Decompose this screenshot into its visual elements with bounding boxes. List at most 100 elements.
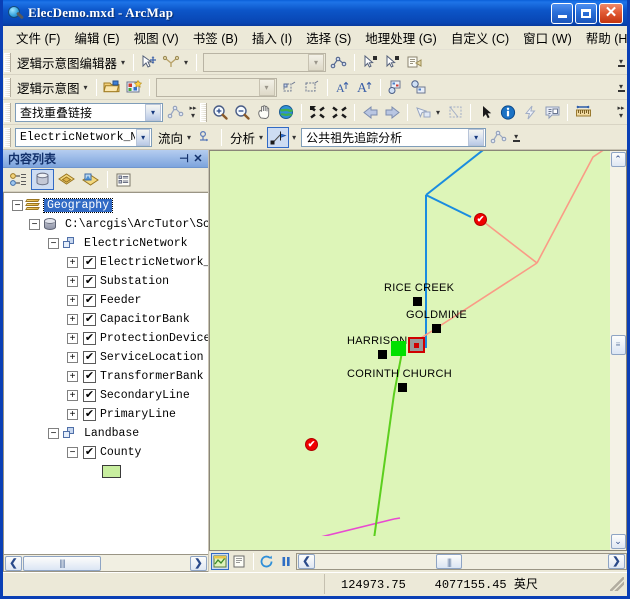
select-features-icon[interactable]: [412, 102, 434, 123]
fixed-zoom-in-icon[interactable]: [306, 102, 328, 123]
trace-flag-icon[interactable]: ✔: [474, 213, 487, 226]
measure-icon[interactable]: [572, 102, 594, 123]
html-popup-icon[interactable]: [541, 102, 563, 123]
scroll-left-button[interactable]: ❮: [5, 556, 22, 571]
expander-icon[interactable]: −: [48, 238, 59, 249]
select-by-polygon-icon[interactable]: [444, 102, 466, 123]
go-forward-extent-icon[interactable]: [381, 102, 403, 123]
select-schematic-link-icon[interactable]: [381, 52, 403, 73]
chevron-down-icon[interactable]: ▾: [185, 133, 195, 142]
scroll-left-button[interactable]: ❮: [298, 554, 315, 569]
expander-icon[interactable]: +: [67, 257, 78, 268]
tree-item-servicelocation[interactable]: + ✔ ServiceLocation: [4, 348, 208, 367]
refresh-view-icon[interactable]: [258, 553, 276, 570]
layer-visibility-checkbox[interactable]: ✔: [83, 332, 96, 345]
list-by-drawing-order-icon[interactable]: [7, 169, 30, 190]
data-view-button[interactable]: [211, 553, 229, 570]
toolbar-grip[interactable]: [200, 103, 207, 122]
expander-icon[interactable]: +: [67, 390, 78, 401]
trace-task-combo[interactable]: 公共祖先追踪分析 ▾: [301, 128, 486, 147]
toolbar-grip[interactable]: [4, 128, 11, 147]
menu-file[interactable]: 文件 (F): [9, 25, 67, 50]
schematic-properties-icon[interactable]: [403, 52, 425, 73]
expander-icon[interactable]: +: [67, 352, 78, 363]
expander-icon[interactable]: −: [12, 200, 23, 211]
toolbar-overflow-button[interactable]: ▸▸▾: [615, 102, 627, 123]
harrison-node[interactable]: [378, 350, 387, 359]
tree-item-primaryline[interactable]: + ✔ PrimaryLine: [4, 405, 208, 424]
selected-junction[interactable]: [408, 337, 425, 353]
pin-icon[interactable]: ⊣: [177, 152, 191, 166]
resize-grip-icon[interactable]: [610, 577, 624, 591]
schematic-menu-label[interactable]: 逻辑示意图: [13, 78, 82, 97]
schematic-refresh-icon[interactable]: [407, 77, 429, 98]
scroll-track[interactable]: ≡: [611, 168, 626, 533]
expander-icon[interactable]: −: [29, 219, 40, 230]
layout-view-button[interactable]: [230, 553, 248, 570]
scroll-right-button[interactable]: ❯: [190, 556, 207, 571]
tree-item-electricnetwork-net[interactable]: + ✔ ElectricNetwork_: [4, 253, 208, 272]
layer-visibility-checkbox[interactable]: ✔: [83, 389, 96, 402]
zoom-to-schematic-extent-icon[interactable]: [301, 77, 323, 98]
tree-item-substation[interactable]: + ✔ Substation: [4, 272, 208, 291]
corinth-church-node[interactable]: [398, 383, 407, 392]
zoom-in-icon[interactable]: [209, 102, 231, 123]
schematic-link-tool-icon[interactable]: [160, 52, 182, 73]
analysis-menu-label[interactable]: 分析: [226, 128, 257, 147]
create-schematic-diagram-icon[interactable]: [123, 77, 145, 98]
add-junction-flag-tool-icon[interactable]: [267, 127, 289, 148]
close-button[interactable]: ✕: [599, 3, 623, 24]
toolbar-grip[interactable]: [4, 53, 11, 72]
layer-visibility-checkbox[interactable]: ✔: [83, 351, 96, 364]
menu-help[interactable]: 帮助 (H): [579, 25, 630, 50]
decrease-label-size-icon[interactable]: A: [332, 77, 354, 98]
move-node-tool-icon[interactable]: [138, 52, 160, 73]
layer-visibility-checkbox[interactable]: ✔: [83, 256, 96, 269]
toc-options-icon[interactable]: [112, 169, 135, 190]
list-by-source-icon[interactable]: [31, 169, 54, 190]
expander-icon[interactable]: +: [67, 295, 78, 306]
layer-visibility-checkbox[interactable]: ✔: [83, 294, 96, 307]
scroll-track[interactable]: |||: [316, 554, 607, 569]
tree-item-protectiondevice[interactable]: + ✔ ProtectionDevice: [4, 329, 208, 348]
schematic-editor-menu-label[interactable]: 逻辑示意图编辑器: [13, 53, 119, 72]
menu-selection[interactable]: 选择 (S): [299, 25, 358, 50]
menu-window[interactable]: 窗口 (W): [516, 25, 579, 50]
chevron-down-icon[interactable]: ▾: [82, 83, 92, 92]
schematic-trace-icon[interactable]: [328, 52, 350, 73]
tree-item-capacitorbank[interactable]: + ✔ CapacitorBank: [4, 310, 208, 329]
expander-icon[interactable]: +: [67, 333, 78, 344]
list-by-visibility-icon[interactable]: [55, 169, 78, 190]
menu-insert[interactable]: 插入 (I): [245, 25, 299, 50]
find-overlapping-links-combo[interactable]: 查找重叠链接 ▾: [15, 103, 163, 122]
chevron-down-icon[interactable]: ▾: [182, 58, 192, 67]
menu-customize[interactable]: 自定义 (C): [444, 25, 516, 50]
scroll-thumb[interactable]: ≡: [611, 335, 626, 355]
map-vertical-scrollbar[interactable]: ⌃ ≡ ⌄: [610, 150, 627, 551]
toolbar-overflow-button[interactable]: ▸▸▾: [187, 102, 199, 123]
tree-item-transformerbank[interactable]: + ✔ TransformerBank: [4, 367, 208, 386]
layer-visibility-checkbox[interactable]: ✔: [83, 370, 96, 383]
toolbar-overflow-button[interactable]: ▾: [615, 77, 627, 98]
pause-drawing-icon[interactable]: [277, 553, 295, 570]
layer-visibility-checkbox[interactable]: ✔: [83, 275, 96, 288]
scroll-down-button[interactable]: ⌄: [611, 534, 626, 549]
toolbar-overflow-button[interactable]: ▾: [615, 52, 627, 73]
select-elements-arrow-icon[interactable]: [475, 102, 497, 123]
expander-icon[interactable]: +: [67, 314, 78, 325]
schematic-editor-combo[interactable]: ▾: [203, 53, 326, 72]
list-by-selection-icon[interactable]: [79, 169, 102, 190]
menu-view[interactable]: 视图 (V): [127, 25, 186, 50]
tree-item-landbase-dataset[interactable]: − Landbase: [4, 424, 208, 443]
increase-label-size-icon[interactable]: A: [354, 77, 376, 98]
tree-item-feeder[interactable]: + ✔ Feeder: [4, 291, 208, 310]
flow-direction-icon[interactable]: [195, 127, 217, 148]
identify-icon[interactable]: [497, 102, 519, 123]
zoom-out-icon[interactable]: [231, 102, 253, 123]
scroll-right-button[interactable]: ❯: [608, 554, 625, 569]
layer-visibility-checkbox[interactable]: ✔: [83, 446, 96, 459]
scroll-track[interactable]: ||||: [23, 556, 189, 571]
scroll-thumb[interactable]: ||||: [23, 556, 101, 571]
chevron-down-icon[interactable]: ▾: [289, 133, 299, 142]
toolbar-grip[interactable]: [4, 78, 11, 97]
